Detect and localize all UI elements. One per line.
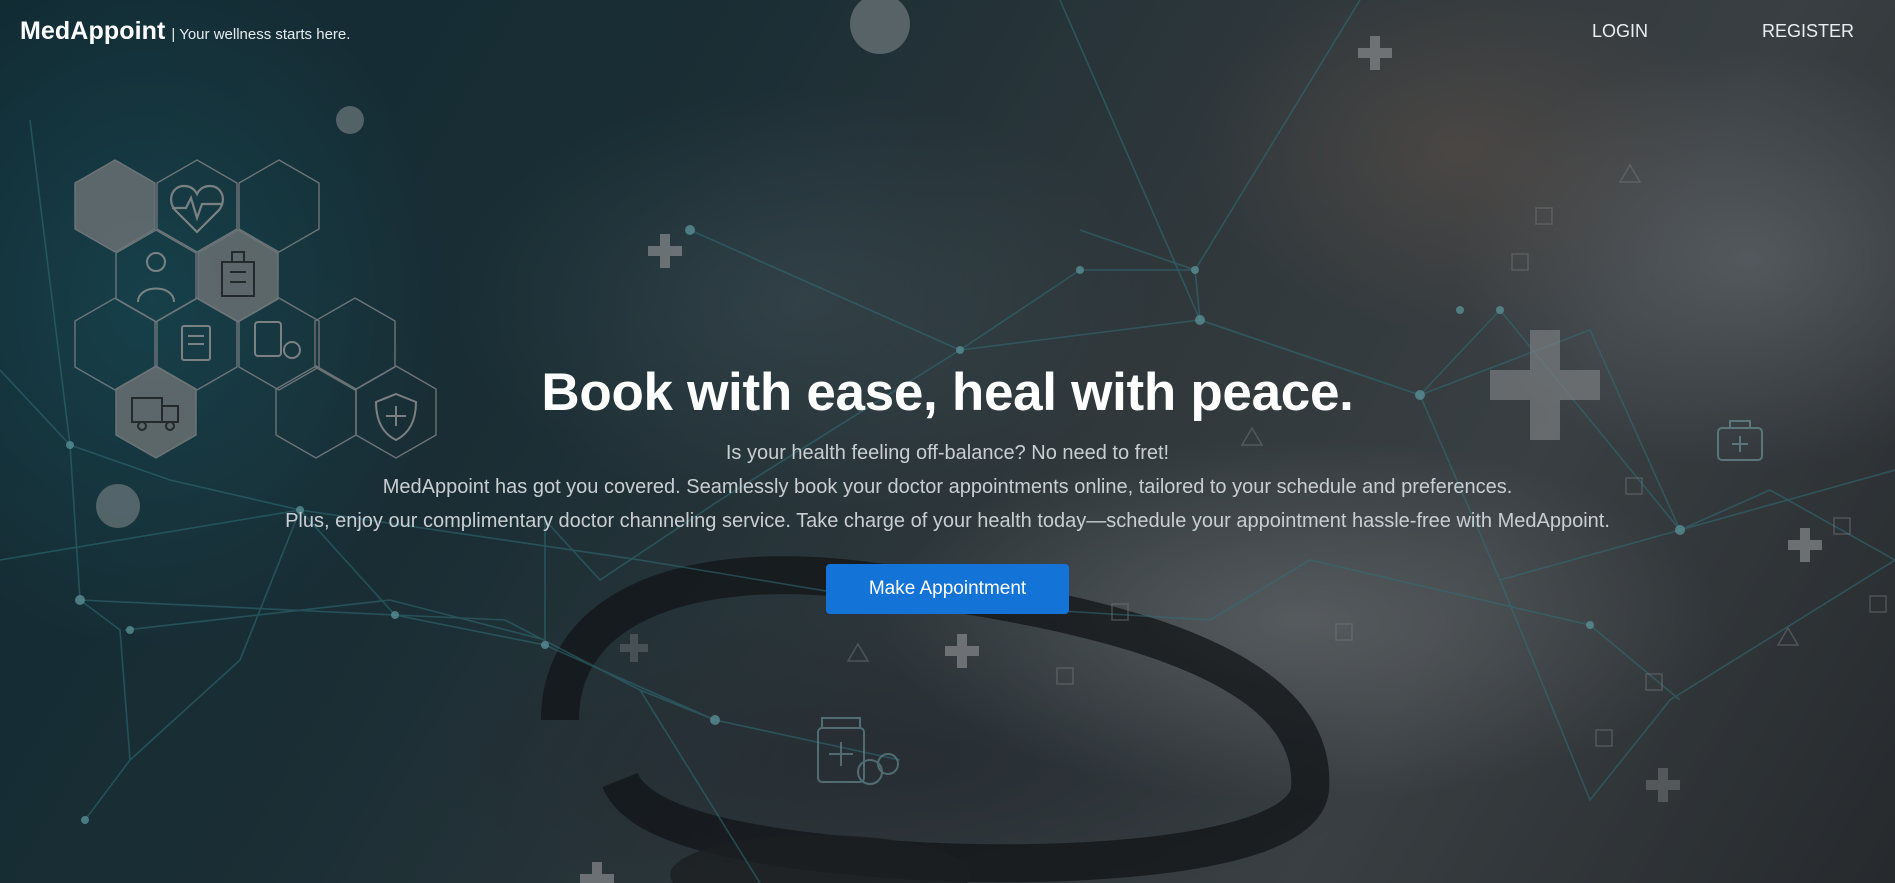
hero-title: Book with ease, heal with peace.: [541, 363, 1354, 422]
register-link[interactable]: REGISTER: [1762, 21, 1854, 42]
hero-description: Is your health feeling off-balance? No n…: [0, 436, 1895, 538]
make-appointment-button[interactable]: Make Appointment: [826, 564, 1069, 614]
hero-line-2: MedAppoint has got you covered. Seamless…: [382, 476, 1513, 498]
hero-line-1: Is your health feeling off-balance? No n…: [725, 442, 1170, 464]
top-navbar: MedAppoint | Your wellness starts here. …: [0, 0, 1895, 64]
hero-section: Book with ease, heal with peace. Is your…: [0, 360, 1895, 614]
brand: MedAppoint | Your wellness starts here.: [20, 17, 350, 46]
login-link[interactable]: LOGIN: [1592, 21, 1648, 42]
hero-line-3: Plus, enjoy our complimentary doctor cha…: [285, 510, 1610, 532]
brand-tagline: | Your wellness starts here.: [171, 26, 351, 43]
brand-logo-text[interactable]: MedAppoint: [20, 17, 165, 46]
